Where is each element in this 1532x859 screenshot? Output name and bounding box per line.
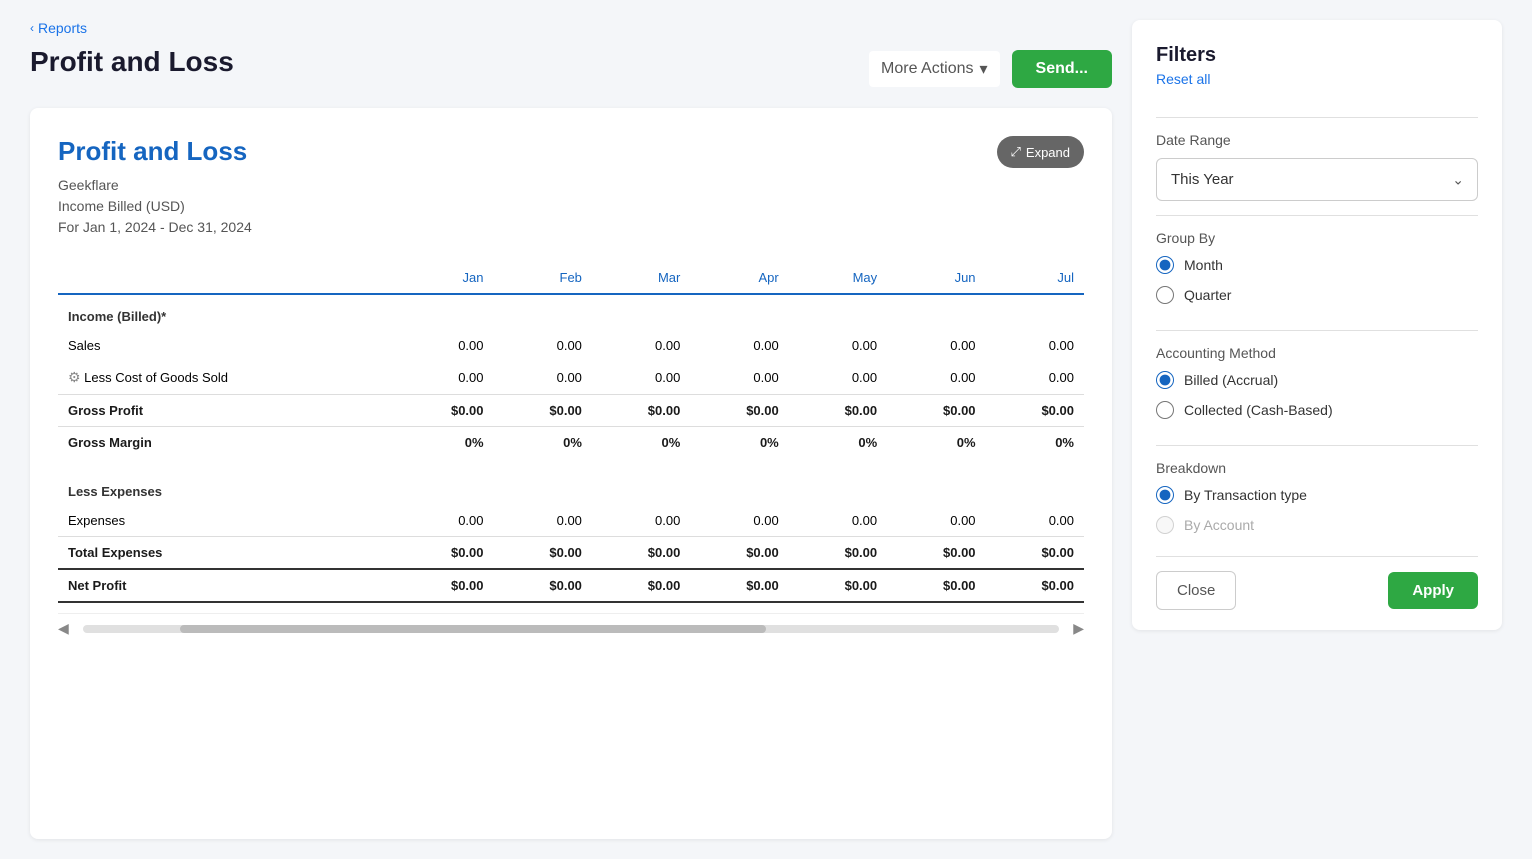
divider-4	[1156, 445, 1478, 446]
radio-option-billed[interactable]: Billed (Accrual)	[1156, 371, 1478, 389]
table-section-header: Income (Billed)*	[58, 294, 1084, 330]
group-by-label: Group By	[1156, 230, 1478, 246]
chevron-left-icon: ‹	[30, 21, 34, 35]
radio-input-billed[interactable]	[1156, 371, 1174, 389]
date-range-select[interactable]: This YearLast YearThis QuarterLast Quart…	[1156, 158, 1478, 201]
report-card: Profit and Loss Geekflare Income Billed …	[30, 108, 1112, 839]
radio-label-billed: Billed (Accrual)	[1184, 372, 1278, 388]
table-row: Sales0.000.000.000.000.000.000.00	[58, 330, 1084, 361]
divider-1	[1156, 117, 1478, 118]
divider-3	[1156, 330, 1478, 331]
more-actions-chevron-icon: ▾	[980, 59, 988, 79]
table-row: Expenses0.000.000.000.000.000.000.00	[58, 505, 1084, 537]
accounting-method-options: Billed (Accrual) Collected (Cash-Based)	[1156, 371, 1478, 431]
radio-label-transaction: By Transaction type	[1184, 487, 1307, 503]
scroll-left-arrow[interactable]: ◀	[58, 620, 69, 637]
expand-button[interactable]: ⤢ Expand	[997, 136, 1085, 168]
radio-option-quarter[interactable]: Quarter	[1156, 286, 1478, 304]
table-row: ⚙ Less Cost of Goods Sold0.000.000.000.0…	[58, 361, 1084, 395]
expand-icon: ⤢	[1011, 144, 1021, 160]
table-row: Gross Profit$0.00$0.00$0.00$0.00$0.00$0.…	[58, 395, 1084, 427]
send-button[interactable]: Send...	[1012, 50, 1112, 88]
date-range-select-wrapper: This YearLast YearThis QuarterLast Quart…	[1156, 158, 1478, 201]
expand-label: Expand	[1026, 145, 1070, 160]
radio-input-quarter[interactable]	[1156, 286, 1174, 304]
radio-option-month[interactable]: Month	[1156, 256, 1478, 274]
reset-all-link[interactable]: Reset all	[1156, 71, 1478, 87]
radio-label-account: By Account	[1184, 517, 1254, 533]
radio-input-transaction[interactable]	[1156, 486, 1174, 504]
more-actions-label: More Actions	[881, 60, 973, 78]
group-by-options: Month Quarter	[1156, 256, 1478, 316]
filters-panel: Filters Reset all Date Range This YearLa…	[1132, 20, 1502, 630]
accounting-method-label: Accounting Method	[1156, 345, 1478, 361]
filters-title: Filters	[1156, 44, 1478, 67]
radio-input-account	[1156, 516, 1174, 534]
radio-option-account: By Account	[1156, 516, 1478, 534]
radio-option-transaction[interactable]: By Transaction type	[1156, 486, 1478, 504]
table-scroll-nav: ◀ ▶	[58, 613, 1084, 641]
report-company: Geekflare Income Billed (USD) For Jan 1,…	[58, 175, 252, 238]
scroll-right-arrow[interactable]: ▶	[1073, 620, 1084, 637]
breadcrumb-label: Reports	[38, 20, 87, 36]
radio-input-month[interactable]	[1156, 256, 1174, 274]
radio-label-quarter: Quarter	[1184, 287, 1231, 303]
close-button[interactable]: Close	[1156, 571, 1236, 610]
table-row: Net Profit$0.00$0.00$0.00$0.00$0.00$0.00…	[58, 569, 1084, 602]
table-row: Gross Margin0%0%0%0%0%0%0%	[58, 427, 1084, 459]
breakdown-label: Breakdown	[1156, 460, 1478, 476]
date-range-label: Date Range	[1156, 132, 1478, 148]
radio-option-collected[interactable]: Collected (Cash-Based)	[1156, 401, 1478, 419]
divider-2	[1156, 215, 1478, 216]
table-row: Total Expenses$0.00$0.00$0.00$0.00$0.00$…	[58, 537, 1084, 570]
more-actions-button[interactable]: More Actions ▾	[869, 51, 1000, 87]
report-table-wrapper: JanFebMarAprMayJunJul Income (Billed)*Sa…	[58, 262, 1084, 603]
filter-bottom-actions: Close Apply	[1156, 556, 1478, 610]
apply-button[interactable]: Apply	[1388, 572, 1478, 609]
radio-label-collected: Collected (Cash-Based)	[1184, 402, 1333, 418]
page-title: Profit and Loss	[30, 46, 234, 78]
report-table: JanFebMarAprMayJunJul Income (Billed)*Sa…	[58, 262, 1084, 603]
breakdown-options: By Transaction type By Account	[1156, 486, 1478, 546]
radio-label-month: Month	[1184, 257, 1223, 273]
report-inner-title: Profit and Loss	[58, 136, 252, 167]
radio-input-collected[interactable]	[1156, 401, 1174, 419]
breadcrumb-reports-link[interactable]: ‹ Reports	[30, 20, 234, 36]
cost-of-goods-icon: ⚙	[68, 369, 81, 385]
table-section-header: Less Expenses	[58, 470, 1084, 505]
